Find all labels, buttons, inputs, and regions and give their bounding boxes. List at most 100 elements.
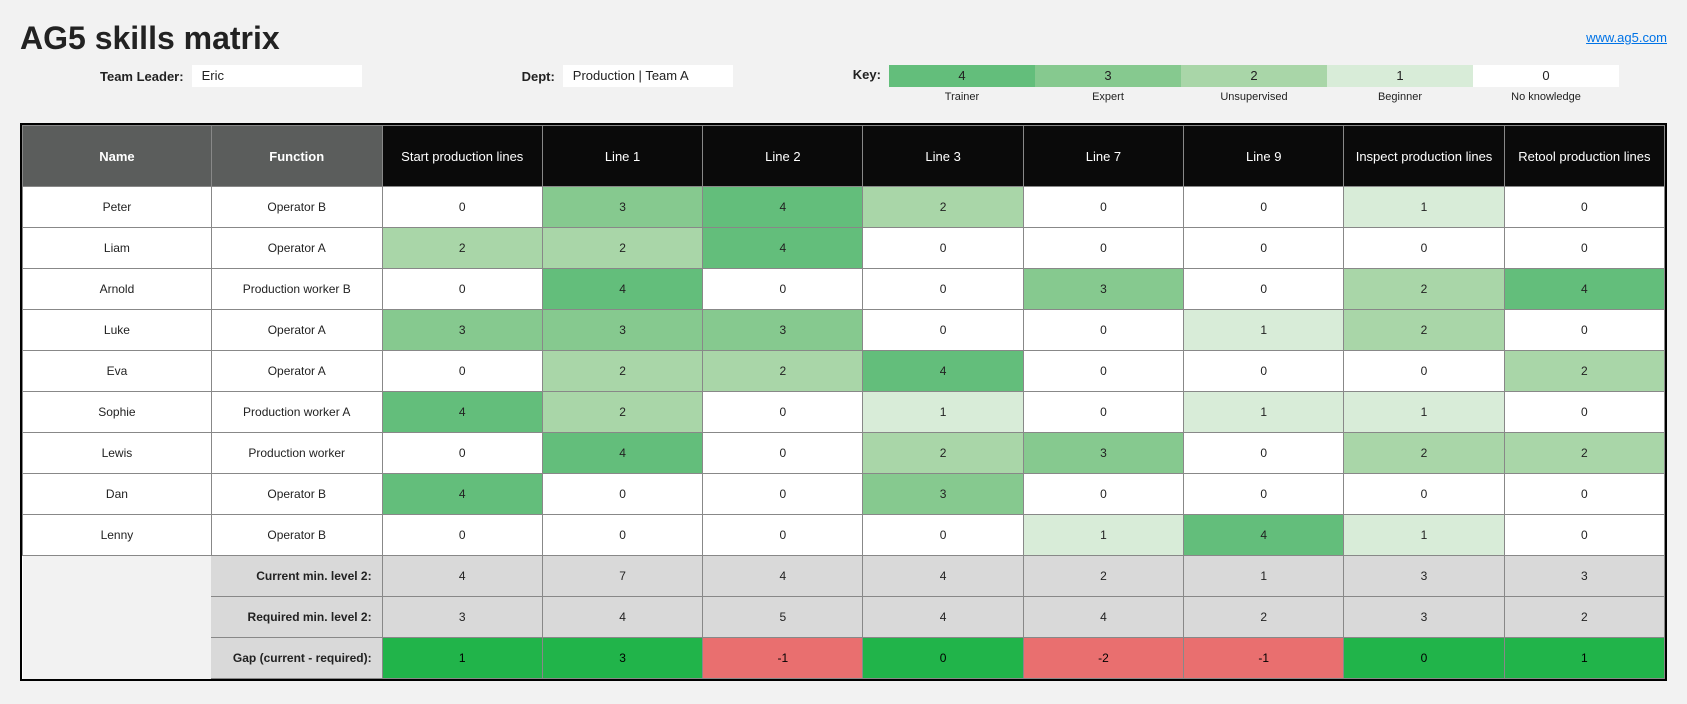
cell-skill[interactable]: 2: [382, 228, 542, 269]
cell-skill[interactable]: 4: [703, 228, 863, 269]
cell-skill[interactable]: 0: [1504, 187, 1664, 228]
table-row: EvaOperator A02240002: [23, 351, 1665, 392]
cell-skill[interactable]: 2: [1344, 310, 1504, 351]
cell-skill[interactable]: 0: [703, 474, 863, 515]
cell-skill[interactable]: 4: [542, 269, 702, 310]
cell-skill[interactable]: 2: [542, 392, 702, 433]
cell-skill[interactable]: 0: [1504, 515, 1664, 556]
cell-skill[interactable]: 3: [1023, 433, 1183, 474]
cell-skill[interactable]: 0: [1184, 474, 1344, 515]
summary-cell: 2: [1504, 597, 1664, 638]
cell-skill[interactable]: 0: [1023, 187, 1183, 228]
summary-cell: 4: [1023, 597, 1183, 638]
cell-skill[interactable]: 1: [1344, 392, 1504, 433]
cell-skill[interactable]: 0: [703, 433, 863, 474]
cell-skill[interactable]: 2: [542, 351, 702, 392]
cell-skill[interactable]: 2: [1344, 269, 1504, 310]
key-label-text: No knowledge: [1473, 91, 1619, 103]
cell-skill[interactable]: 2: [863, 433, 1023, 474]
cell-skill[interactable]: 3: [542, 187, 702, 228]
cell-skill[interactable]: 2: [1344, 433, 1504, 474]
col-function: Function: [211, 126, 382, 187]
cell-skill[interactable]: 1: [863, 392, 1023, 433]
key-label: Key:: [853, 65, 881, 82]
cell-skill[interactable]: 0: [1344, 351, 1504, 392]
cell-skill[interactable]: 0: [382, 351, 542, 392]
site-link[interactable]: www.ag5.com: [1586, 30, 1667, 45]
cell-skill[interactable]: 0: [1184, 187, 1344, 228]
cell-skill[interactable]: 4: [382, 474, 542, 515]
cell-skill[interactable]: 0: [1504, 310, 1664, 351]
cell-skill[interactable]: 1: [1344, 187, 1504, 228]
cell-skill[interactable]: 3: [863, 474, 1023, 515]
cell-skill[interactable]: 3: [1023, 269, 1183, 310]
cell-skill[interactable]: 4: [1504, 269, 1664, 310]
dept-field: Dept: Production | Team A: [522, 65, 733, 87]
dept-input[interactable]: Production | Team A: [563, 65, 733, 87]
col-skill: Start production lines: [382, 126, 542, 187]
cell-skill[interactable]: 0: [382, 187, 542, 228]
cell-skill[interactable]: 4: [382, 392, 542, 433]
cell-skill[interactable]: 1: [1344, 515, 1504, 556]
cell-skill[interactable]: 0: [1023, 474, 1183, 515]
cell-skill[interactable]: 3: [382, 310, 542, 351]
cell-skill[interactable]: 0: [1023, 228, 1183, 269]
cell-skill[interactable]: 0: [1504, 392, 1664, 433]
cell-function: Operator B: [211, 474, 382, 515]
cell-skill[interactable]: 0: [542, 474, 702, 515]
gap-cell: -1: [1184, 638, 1344, 679]
cell-skill[interactable]: 2: [863, 187, 1023, 228]
cell-skill[interactable]: 1: [1184, 310, 1344, 351]
cell-skill[interactable]: 0: [542, 515, 702, 556]
cell-function: Production worker: [211, 433, 382, 474]
summary-cell: 3: [1344, 597, 1504, 638]
cell-skill[interactable]: 0: [863, 310, 1023, 351]
cell-skill[interactable]: 3: [703, 310, 863, 351]
cell-skill[interactable]: 0: [382, 433, 542, 474]
cell-skill[interactable]: 0: [863, 269, 1023, 310]
cell-skill[interactable]: 0: [382, 269, 542, 310]
cell-skill[interactable]: 0: [1023, 310, 1183, 351]
gap-cell: 0: [1344, 638, 1504, 679]
skills-matrix-table: Name Function Start production linesLine…: [22, 125, 1665, 679]
cell-skill[interactable]: 0: [1184, 269, 1344, 310]
cell-skill[interactable]: 0: [382, 515, 542, 556]
cell-skill[interactable]: 1: [1184, 392, 1344, 433]
cell-skill[interactable]: 2: [542, 228, 702, 269]
cell-skill[interactable]: 0: [1504, 228, 1664, 269]
cell-skill[interactable]: 0: [1023, 351, 1183, 392]
cell-name: Arnold: [23, 269, 212, 310]
summary-cell: 4: [863, 556, 1023, 597]
summary-label: Current min. level 2:: [211, 556, 382, 597]
cell-function: Production worker A: [211, 392, 382, 433]
cell-skill[interactable]: 0: [703, 269, 863, 310]
cell-skill[interactable]: 4: [1184, 515, 1344, 556]
cell-skill[interactable]: 0: [1184, 433, 1344, 474]
cell-name: Luke: [23, 310, 212, 351]
cell-skill[interactable]: 0: [863, 228, 1023, 269]
cell-skill[interactable]: 2: [1504, 351, 1664, 392]
cell-skill[interactable]: 0: [1344, 228, 1504, 269]
cell-name: Dan: [23, 474, 212, 515]
cell-skill[interactable]: 0: [703, 515, 863, 556]
cell-skill[interactable]: 0: [1023, 392, 1183, 433]
table-row: PeterOperator B03420010: [23, 187, 1665, 228]
cell-skill[interactable]: 4: [542, 433, 702, 474]
cell-skill[interactable]: 0: [1184, 228, 1344, 269]
key-legend: Key: 4Trainer3Expert2Unsupervised1Beginn…: [853, 65, 1619, 103]
cell-skill[interactable]: 0: [1504, 474, 1664, 515]
col-skill: Retool production lines: [1504, 126, 1664, 187]
cell-skill[interactable]: 0: [1344, 474, 1504, 515]
cell-skill[interactable]: 2: [703, 351, 863, 392]
cell-skill[interactable]: 0: [1184, 351, 1344, 392]
table-row: LewisProduction worker04023022: [23, 433, 1665, 474]
cell-skill[interactable]: 2: [1504, 433, 1664, 474]
cell-skill[interactable]: 4: [863, 351, 1023, 392]
cell-skill[interactable]: 0: [863, 515, 1023, 556]
cell-skill[interactable]: 1: [1023, 515, 1183, 556]
cell-skill[interactable]: 3: [542, 310, 702, 351]
team-leader-input[interactable]: Eric: [192, 65, 362, 87]
cell-skill[interactable]: 0: [703, 392, 863, 433]
cell-skill[interactable]: 4: [703, 187, 863, 228]
gap-cell: 1: [1504, 638, 1664, 679]
